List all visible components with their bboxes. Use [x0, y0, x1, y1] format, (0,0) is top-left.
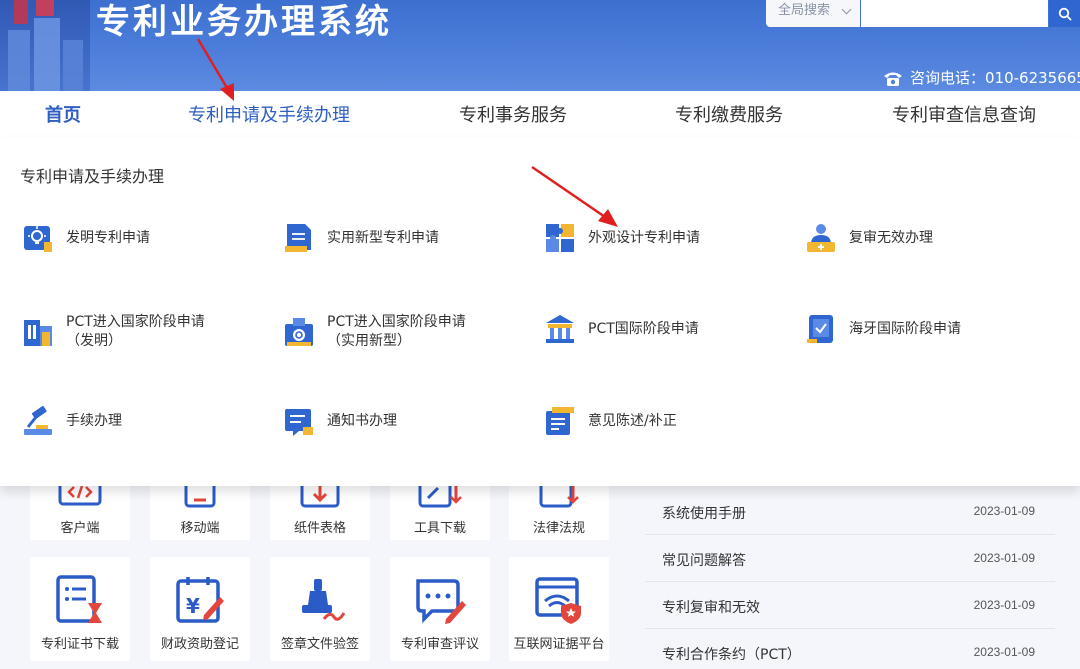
- menu-label: 复审无效办理: [849, 229, 933, 246]
- menu-label: 海牙国际阶段申请: [849, 320, 961, 337]
- hotline: 咨询电话：010-6235665: [882, 67, 1080, 88]
- search-icon: [1058, 7, 1072, 21]
- nav-patent-affairs[interactable]: 专利事务服务: [459, 101, 567, 127]
- svg-text:¥: ¥: [186, 594, 200, 618]
- menu-label: 实用新型专利申请: [327, 229, 439, 246]
- form-icon: [546, 407, 574, 435]
- menu-label: 意见陈述/补正: [588, 412, 677, 429]
- search-input[interactable]: [861, 0, 1048, 27]
- notice-title: 专利复审和无效: [662, 600, 760, 616]
- tile-label: 工具下载: [413, 521, 466, 536]
- menu-reexamination[interactable]: 复审无效办理: [805, 222, 933, 254]
- global-search: 全局搜索: [766, 0, 1080, 27]
- puzzle-icon: [546, 224, 574, 252]
- tile-label: 纸件表格: [293, 521, 346, 536]
- main-nav: 首页 专利申请及手续办理 专利事务服务 专利缴费服务 专利审查信息查询: [0, 91, 1080, 137]
- menu-label-group: PCT进入国家阶段申请 （实用新型）: [327, 313, 466, 351]
- menu-label: 手续办理: [66, 412, 122, 429]
- menu-opinion-correction[interactable]: 意见陈述/补正: [544, 405, 677, 437]
- menu-utility-model-application[interactable]: 实用新型专利申请: [283, 222, 439, 254]
- stamp-sign-icon: [302, 579, 346, 621]
- notice-title: 常见问题解答: [662, 553, 746, 569]
- menu-pct-national-utility[interactable]: PCT进入国家阶段申请 （实用新型）: [283, 313, 466, 351]
- building-icon: [24, 320, 52, 346]
- notice-row[interactable]: 系统使用手册 2023-01-09: [645, 489, 1055, 535]
- menu-label: PCT进入国家阶段申请: [327, 314, 466, 330]
- menu-label: 发明专利申请: [66, 229, 150, 246]
- tile-examination-review[interactable]: 专利审查评议: [390, 557, 490, 661]
- chevron-down-icon: [841, 4, 852, 15]
- hotline-text: 咨询电话：010-6235665: [910, 69, 1080, 87]
- menu-label: 外观设计专利申请: [588, 229, 700, 246]
- search-scope-label: 全局搜索: [778, 3, 831, 18]
- tile-label: 法律法规: [532, 521, 585, 536]
- notice-row[interactable]: 常见问题解答 2023-01-09: [645, 536, 1055, 582]
- calendar-yen-icon: ¥: [176, 577, 224, 623]
- notice-title: 专利合作条约（PCT）: [662, 647, 801, 663]
- nav-patent-application[interactable]: 专利申请及手续办理: [188, 101, 350, 127]
- notice-icon: [285, 409, 313, 436]
- menu-procedures[interactable]: 手续办理: [22, 405, 122, 437]
- menu-sublabel: （发明）: [66, 333, 122, 349]
- menu-notices[interactable]: 通知书办理: [283, 405, 397, 437]
- phone-icon: [884, 72, 902, 86]
- nav-dropdown-panel: 专利申请及手续办理 发明专利申请 实用新型专利申请 外观设计专利申请 复审无效办…: [0, 137, 1080, 486]
- nav-patent-fees[interactable]: 专利缴费服务: [675, 101, 783, 127]
- nav-patent-examination-query[interactable]: 专利审查信息查询: [892, 101, 1036, 127]
- header-building-image: [0, 0, 90, 91]
- header-banner: 专利业务办理系统 全局搜索 咨询电话：010-6235665: [0, 0, 1080, 91]
- tile-label: 客户端: [60, 521, 100, 536]
- notice-date: 2023-01-09: [973, 551, 1035, 565]
- menu-hague-international[interactable]: 海牙国际阶段申请: [805, 313, 961, 345]
- notice-row[interactable]: 专利复审和无效 2023-01-09: [645, 583, 1055, 629]
- wifi-shield-icon: [535, 577, 581, 624]
- dropdown-title: 专利申请及手续办理: [20, 167, 165, 186]
- tile-label: 财政资助登记: [160, 637, 239, 652]
- stamp-icon: [285, 318, 313, 346]
- menu-sublabel: （实用新型）: [327, 333, 411, 349]
- tile-certificate-download[interactable]: 专利证书下载: [30, 557, 130, 661]
- gavel-icon: [24, 405, 52, 435]
- menu-pct-national-invention[interactable]: PCT进入国家阶段申请 （发明）: [22, 313, 205, 351]
- tile-funding-registration[interactable]: ¥ 财政资助登记: [150, 557, 250, 661]
- menu-label-group: PCT进入国家阶段申请 （发明）: [66, 313, 205, 351]
- tile-label: 专利证书下载: [40, 637, 119, 652]
- menu-design-application[interactable]: 外观设计专利申请: [544, 222, 700, 254]
- tile-evidence-platform[interactable]: 互联网证据平台: [509, 557, 609, 661]
- menu-label: PCT国际阶段申请: [588, 320, 699, 337]
- notice-date: 2023-01-09: [973, 645, 1035, 659]
- user-plus-icon: [807, 224, 835, 252]
- tile-label: 专利审查评议: [400, 637, 479, 652]
- notice-date: 2023-01-09: [973, 598, 1035, 612]
- lightbulb-icon: [24, 226, 52, 252]
- notice-row[interactable]: 专利合作条约（PCT） 2023-01-09: [645, 630, 1055, 669]
- search-button[interactable]: [1049, 0, 1080, 27]
- site-title: 专利业务办理系统: [96, 2, 392, 42]
- menu-label: 通知书办理: [327, 412, 397, 429]
- menu-label: PCT进入国家阶段申请: [66, 314, 205, 330]
- menu-invention-application[interactable]: 发明专利申请: [22, 222, 150, 254]
- search-scope-select[interactable]: 全局搜索: [766, 0, 860, 27]
- comment-edit-icon: [416, 579, 466, 624]
- notice-title: 系统使用手册: [662, 506, 746, 522]
- tile-signature-verify[interactable]: 签章文件验签: [270, 557, 370, 661]
- certificate-icon: [56, 575, 102, 623]
- tile-label: 互联网证据平台: [513, 637, 605, 652]
- nav-home[interactable]: 首页: [45, 101, 81, 127]
- institution-icon: [546, 315, 574, 343]
- tile-label: 移动端: [180, 521, 220, 536]
- notice-list: 系统使用手册 2023-01-09 常见问题解答 2023-01-09 专利复审…: [645, 489, 1055, 669]
- tablet-icon: [807, 315, 833, 343]
- menu-pct-international[interactable]: PCT国际阶段申请: [544, 313, 699, 345]
- tile-label: 签章文件验签: [280, 637, 359, 652]
- document-icon: [285, 224, 311, 252]
- notice-date: 2023-01-09: [973, 504, 1035, 518]
